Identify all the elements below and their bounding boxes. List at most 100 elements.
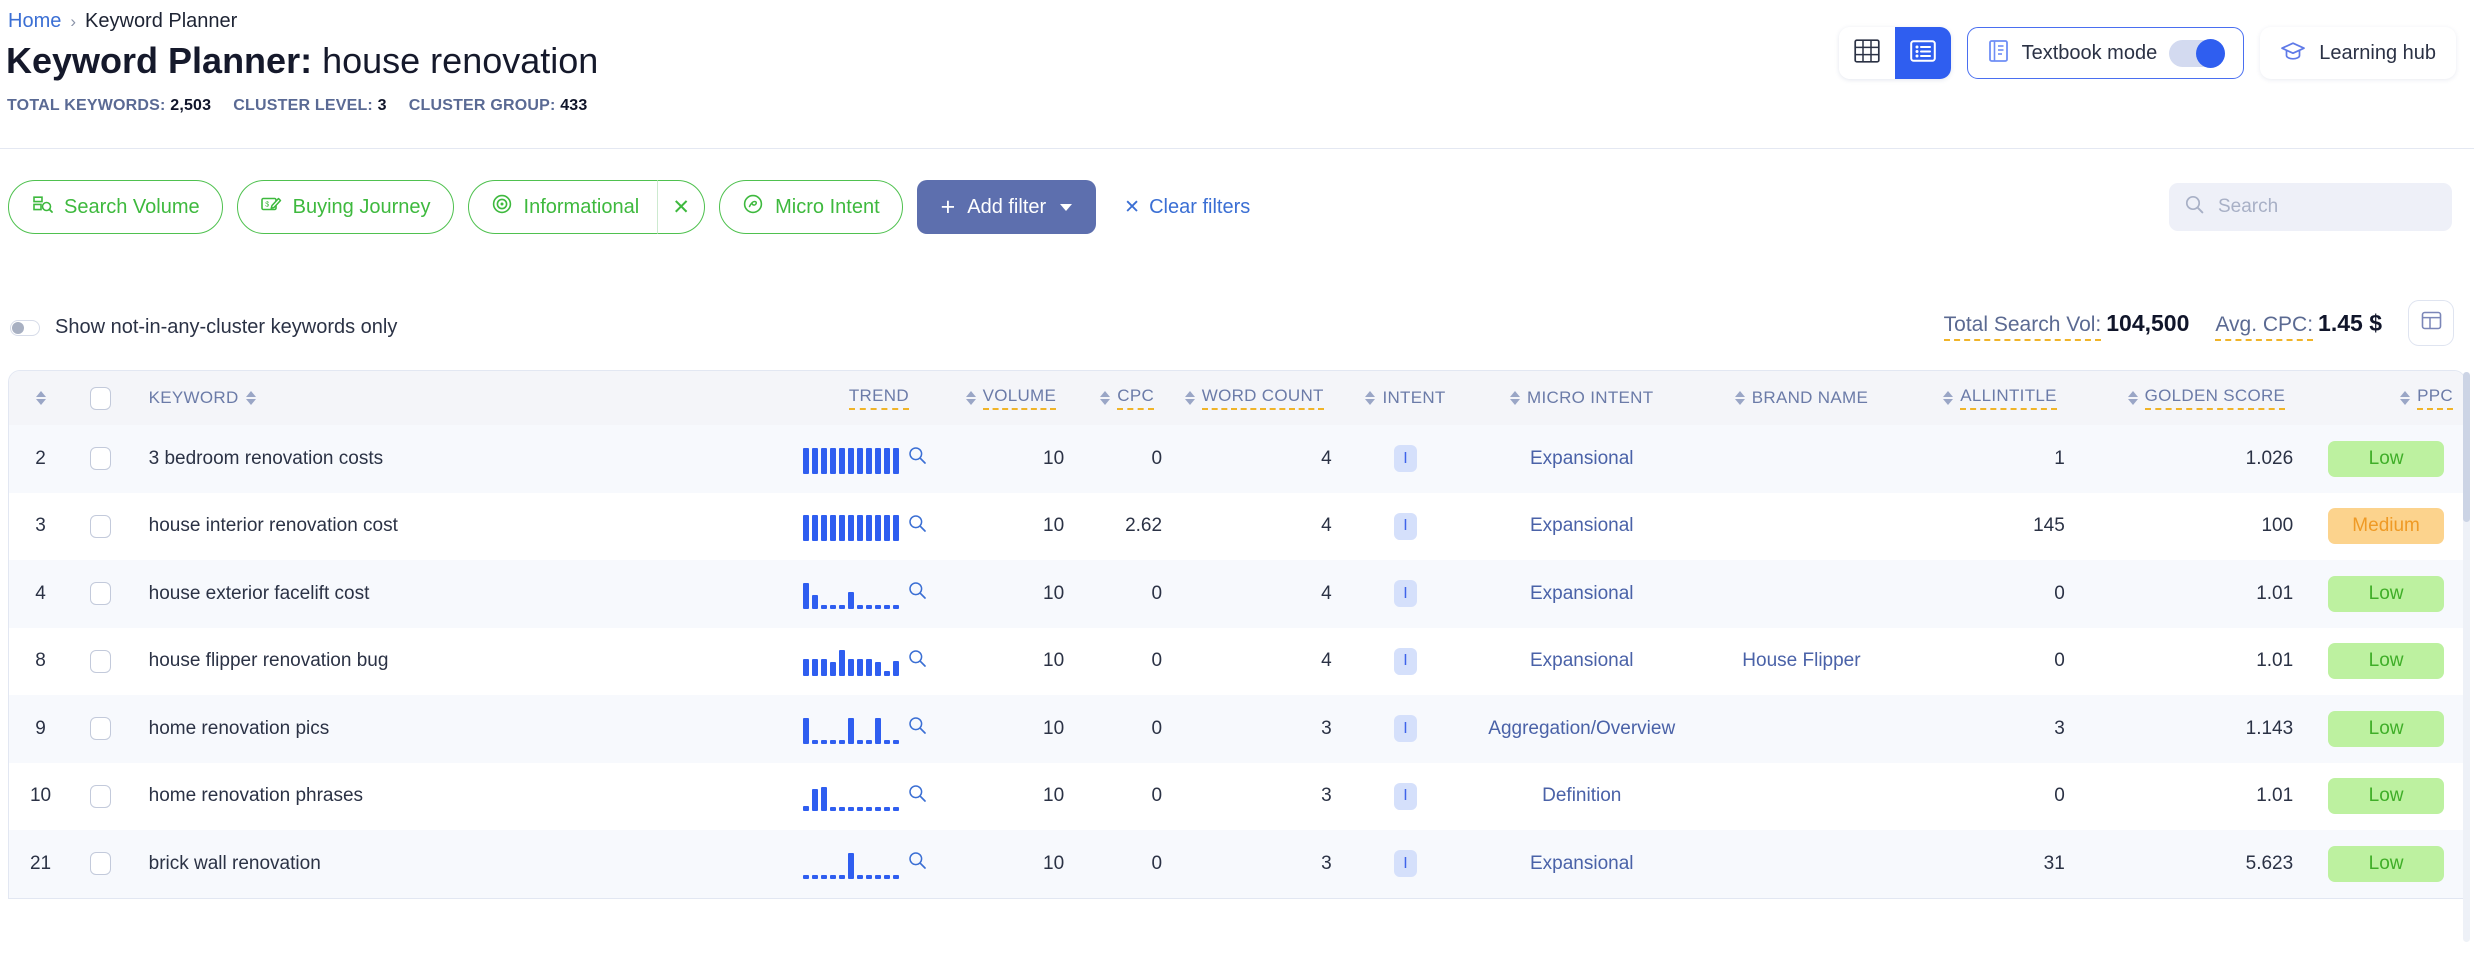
add-filter-button[interactable]: + Add filter (916, 180, 1097, 234)
cell-checkbox[interactable] (72, 493, 129, 561)
sort-icon[interactable] (35, 391, 46, 405)
clear-filters-button[interactable]: ✕ Clear filters (1124, 196, 1250, 219)
cell-keyword[interactable]: home renovation pics (129, 695, 744, 763)
th-micro-intent[interactable]: MICRO INTENT (1465, 371, 1698, 425)
sort-icon[interactable] (1943, 391, 1954, 405)
buying-journey-icon: $ (260, 193, 282, 221)
th-select-all[interactable] (72, 371, 129, 425)
cell-checkbox[interactable] (72, 425, 129, 493)
cell-checkbox[interactable] (72, 560, 129, 628)
sort-icon[interactable] (1100, 391, 1111, 405)
cell-checkbox[interactable] (72, 763, 129, 831)
vertical-scrollbar[interactable] (2463, 372, 2470, 942)
cell-checkbox[interactable] (72, 628, 129, 696)
row-checkbox[interactable] (89, 514, 111, 538)
table-row[interactable]: 2 3 bedroom renovation costs 10 0 4 I Expansio… (9, 425, 2465, 493)
magnifier-icon[interactable] (908, 851, 927, 876)
search-volume-icon (31, 193, 53, 221)
row-checkbox[interactable] (89, 582, 111, 606)
th-brand-name-label: BRAND NAME (1751, 388, 1869, 407)
filter-chip-remove-button[interactable]: ✕ (657, 180, 706, 234)
sort-icon[interactable] (1184, 391, 1195, 405)
cell-intent: I (1346, 628, 1466, 696)
status-badge: Low (2328, 575, 2445, 612)
sort-icon[interactable] (1365, 391, 1376, 405)
row-checkbox[interactable] (89, 784, 111, 808)
magnifier-icon[interactable] (908, 514, 927, 539)
cell-intent: I (1346, 560, 1466, 628)
graduation-cap-icon (2280, 40, 2306, 67)
th-word-count[interactable]: WORD COUNT (1176, 371, 1346, 425)
cell-keyword[interactable]: brick wall renovation (129, 830, 744, 898)
th-brand-name[interactable]: BRAND NAME (1698, 371, 1905, 425)
sort-icon[interactable] (2400, 391, 2411, 405)
column-settings-button[interactable] (2408, 300, 2454, 346)
target-icon (491, 193, 513, 221)
th-golden-score[interactable]: GOLDEN SCORE (2079, 371, 2307, 425)
table-grid-view-button[interactable] (1838, 27, 1895, 79)
th-intent[interactable]: INTENT (1346, 371, 1466, 425)
cell-checkbox[interactable] (72, 695, 129, 763)
magnifier-icon[interactable] (908, 446, 927, 471)
cell-keyword[interactable]: house flipper renovation bug (129, 628, 744, 696)
magnifier-icon[interactable] (908, 649, 927, 674)
textbook-mode-toggle[interactable]: Textbook mode (1966, 27, 2245, 79)
cell-checkbox[interactable] (72, 830, 129, 898)
cell-trend (743, 695, 939, 763)
magnifier-icon[interactable] (908, 716, 927, 741)
not-in-cluster-switch[interactable] (10, 319, 40, 336)
cell-volume: 10 (1043, 650, 1065, 672)
plus-icon: + (940, 192, 956, 221)
magnifier-icon[interactable] (908, 784, 927, 809)
th-index[interactable] (9, 371, 72, 425)
cell-golden-score: 1.01 (2256, 582, 2294, 604)
header-controls: Textbook mode Learning hub (1838, 27, 2456, 79)
table-row[interactable]: 4 house exterior facelift cost 10 0 4 I Expans… (9, 560, 2465, 628)
th-volume[interactable]: VOLUME (939, 371, 1078, 425)
sort-icon[interactable] (2127, 391, 2138, 405)
table-row[interactable]: 21 brick wall renovation 10 0 3 I Expansional 3… (9, 830, 2465, 898)
th-allintitle[interactable]: ALLINTITLE (1905, 371, 2079, 425)
sort-icon[interactable] (245, 391, 256, 405)
th-cpc[interactable]: CPC (1078, 371, 1176, 425)
th-keyword[interactable]: KEYWORD (129, 371, 744, 425)
cell-keyword[interactable]: house interior renovation cost (129, 493, 744, 561)
th-keyword-label: KEYWORD (148, 388, 239, 407)
status-badge: Low (2328, 710, 2445, 747)
row-checkbox[interactable] (89, 649, 111, 673)
scrollbar-thumb[interactable] (2463, 372, 2470, 522)
search-box[interactable] (2169, 183, 2452, 231)
breadcrumb-home-link[interactable]: Home (8, 10, 61, 33)
cell-keyword[interactable]: home renovation phrases (129, 763, 744, 831)
select-all-checkbox[interactable] (89, 386, 111, 410)
filter-chip-search-volume[interactable]: Search Volume (8, 180, 223, 234)
filter-chip-informational[interactable]: Informational (467, 180, 658, 234)
breadcrumb-separator-icon: › (70, 11, 77, 31)
textbook-mode-switch[interactable] (2169, 38, 2226, 68)
cell-volume: 10 (1043, 515, 1065, 537)
sort-icon[interactable] (965, 391, 976, 405)
row-checkbox[interactable] (89, 717, 111, 741)
search-input[interactable] (2216, 195, 2436, 219)
cell-keyword[interactable]: house exterior facelift cost (129, 560, 744, 628)
table-row[interactable]: 8 house flipper renovation bug 10 0 4 I Expans… (9, 627, 2465, 696)
filter-chip-buying-journey[interactable]: $ Buying Journey (236, 180, 454, 234)
learning-hub-button[interactable]: Learning hub (2260, 27, 2456, 79)
list-view-button[interactable] (1894, 27, 1951, 79)
not-in-cluster-label: Show not-in-any-cluster keywords only (55, 316, 398, 338)
table-row[interactable]: 9 home renovation pics 10 0 3 I Aggregation/Ov… (9, 695, 2465, 763)
sort-icon[interactable] (1510, 391, 1521, 405)
th-ppc[interactable]: PPC (2307, 371, 2465, 425)
sort-icon[interactable] (1734, 391, 1745, 405)
magnifier-icon[interactable] (908, 581, 927, 606)
table-row[interactable]: 3 house interior renovation cost 10 2.62 4 I E… (9, 492, 2465, 561)
view-mode-toggle-group (1838, 27, 1951, 79)
textbook-mode-label: Textbook mode (2021, 41, 2158, 64)
cell-brand-name (1698, 493, 1905, 561)
filter-chip-micro-intent[interactable]: Micro Intent (719, 180, 903, 234)
row-checkbox[interactable] (89, 447, 111, 471)
table-row[interactable]: 10 home renovation phrases 10 0 3 I Definition… (9, 762, 2465, 831)
cell-keyword[interactable]: 3 bedroom renovation costs (129, 425, 744, 493)
cell-golden-score: 1.026 (2245, 447, 2294, 469)
row-checkbox[interactable] (89, 852, 111, 876)
